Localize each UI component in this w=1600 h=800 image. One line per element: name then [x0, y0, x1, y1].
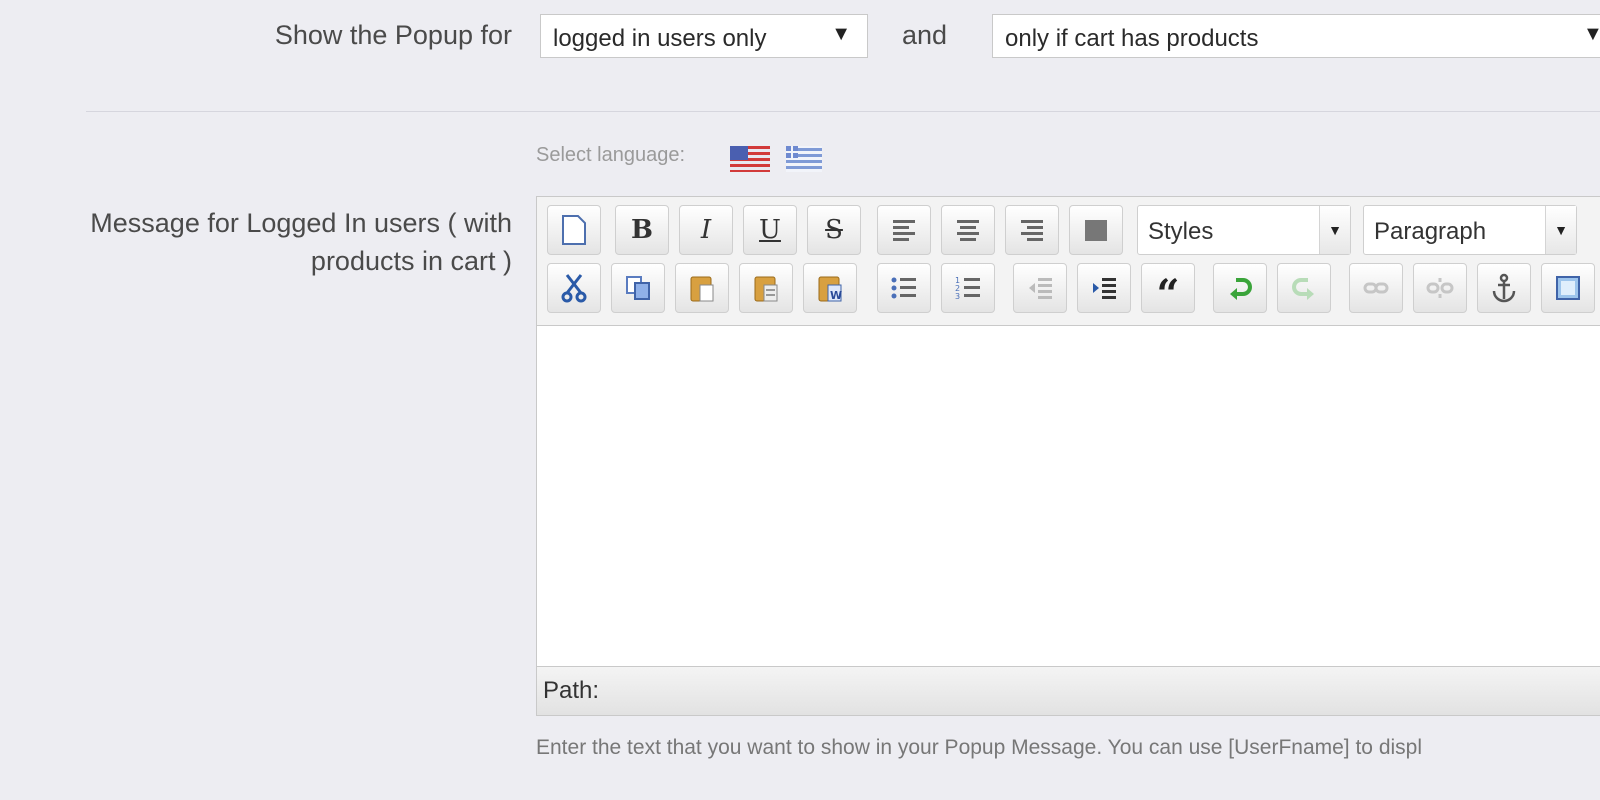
align-justify-icon[interactable]	[1069, 205, 1123, 255]
styles-dropdown[interactable]: Styles ▼	[1137, 205, 1351, 255]
new-document-icon[interactable]	[547, 205, 601, 255]
user-type-select-value: logged in users only	[553, 25, 767, 52]
bold-icon[interactable]: B	[615, 205, 669, 255]
message-label: Message for Logged In users ( with produ…	[0, 204, 512, 280]
cart-condition-select-value: only if cart has products	[1005, 25, 1259, 52]
bullet-list-icon[interactable]	[877, 263, 931, 313]
blockquote-icon[interactable]: “	[1141, 263, 1195, 315]
strikethrough-icon[interactable]: S	[807, 205, 861, 255]
align-right-icon[interactable]	[1005, 205, 1059, 255]
unlink-icon[interactable]	[1413, 263, 1467, 313]
message-label-line1: Message for Logged In users ( with	[90, 208, 512, 238]
format-dropdown[interactable]: Paragraph ▼	[1363, 205, 1577, 255]
flag-gr-icon[interactable]	[786, 146, 822, 172]
cart-condition-select[interactable]: only if cart has products ▼	[992, 14, 1600, 58]
dropdown-arrow-icon: ▼	[1545, 206, 1576, 254]
dropdown-arrow-icon: ▼	[1319, 206, 1350, 254]
dropdown-arrow-icon: ▼	[1583, 23, 1600, 45]
paste-word-icon[interactable]: W	[803, 263, 857, 313]
link-icon[interactable]	[1349, 263, 1403, 313]
align-center-icon[interactable]	[941, 205, 995, 255]
redo-icon[interactable]	[1277, 263, 1331, 313]
styles-dropdown-value: Styles	[1148, 218, 1214, 245]
message-label-line2: products in cart )	[310, 246, 512, 276]
cut-icon[interactable]	[547, 263, 601, 313]
help-text: Enter the text that you want to show in …	[536, 736, 1423, 759]
paste-text-icon[interactable]	[739, 263, 793, 313]
flag-us-icon[interactable]	[730, 146, 770, 172]
image-icon[interactable]	[1541, 263, 1595, 313]
select-language-label: Select language:	[536, 144, 686, 166]
section-divider	[86, 111, 1600, 112]
anchor-icon[interactable]	[1477, 263, 1531, 313]
dropdown-arrow-icon: ▼	[831, 23, 851, 45]
svg-text:W: W	[830, 289, 842, 302]
and-label: and	[902, 20, 948, 50]
copy-icon[interactable]	[611, 263, 665, 313]
editor-path-bar: Path:	[537, 667, 1600, 715]
outdent-icon[interactable]	[1013, 263, 1067, 313]
underline-icon[interactable]: U	[743, 205, 797, 255]
user-type-select[interactable]: logged in users only ▼	[540, 14, 868, 58]
align-left-icon[interactable]	[877, 205, 931, 255]
show-popup-label: Show the Popup for	[274, 20, 512, 50]
svg-text:3: 3	[955, 292, 960, 301]
italic-icon[interactable]: I	[679, 205, 733, 255]
path-label: Path:	[543, 677, 600, 704]
rich-text-editor: B I U S Styles ▼ Paragraph ▼ W 123 “ Pat…	[536, 196, 1600, 716]
format-dropdown-value: Paragraph	[1374, 218, 1487, 245]
undo-icon[interactable]	[1213, 263, 1267, 313]
numbered-list-icon[interactable]: 123	[941, 263, 995, 313]
editor-content-area[interactable]	[537, 325, 1600, 667]
indent-icon[interactable]	[1077, 263, 1131, 313]
paste-icon[interactable]	[675, 263, 729, 313]
